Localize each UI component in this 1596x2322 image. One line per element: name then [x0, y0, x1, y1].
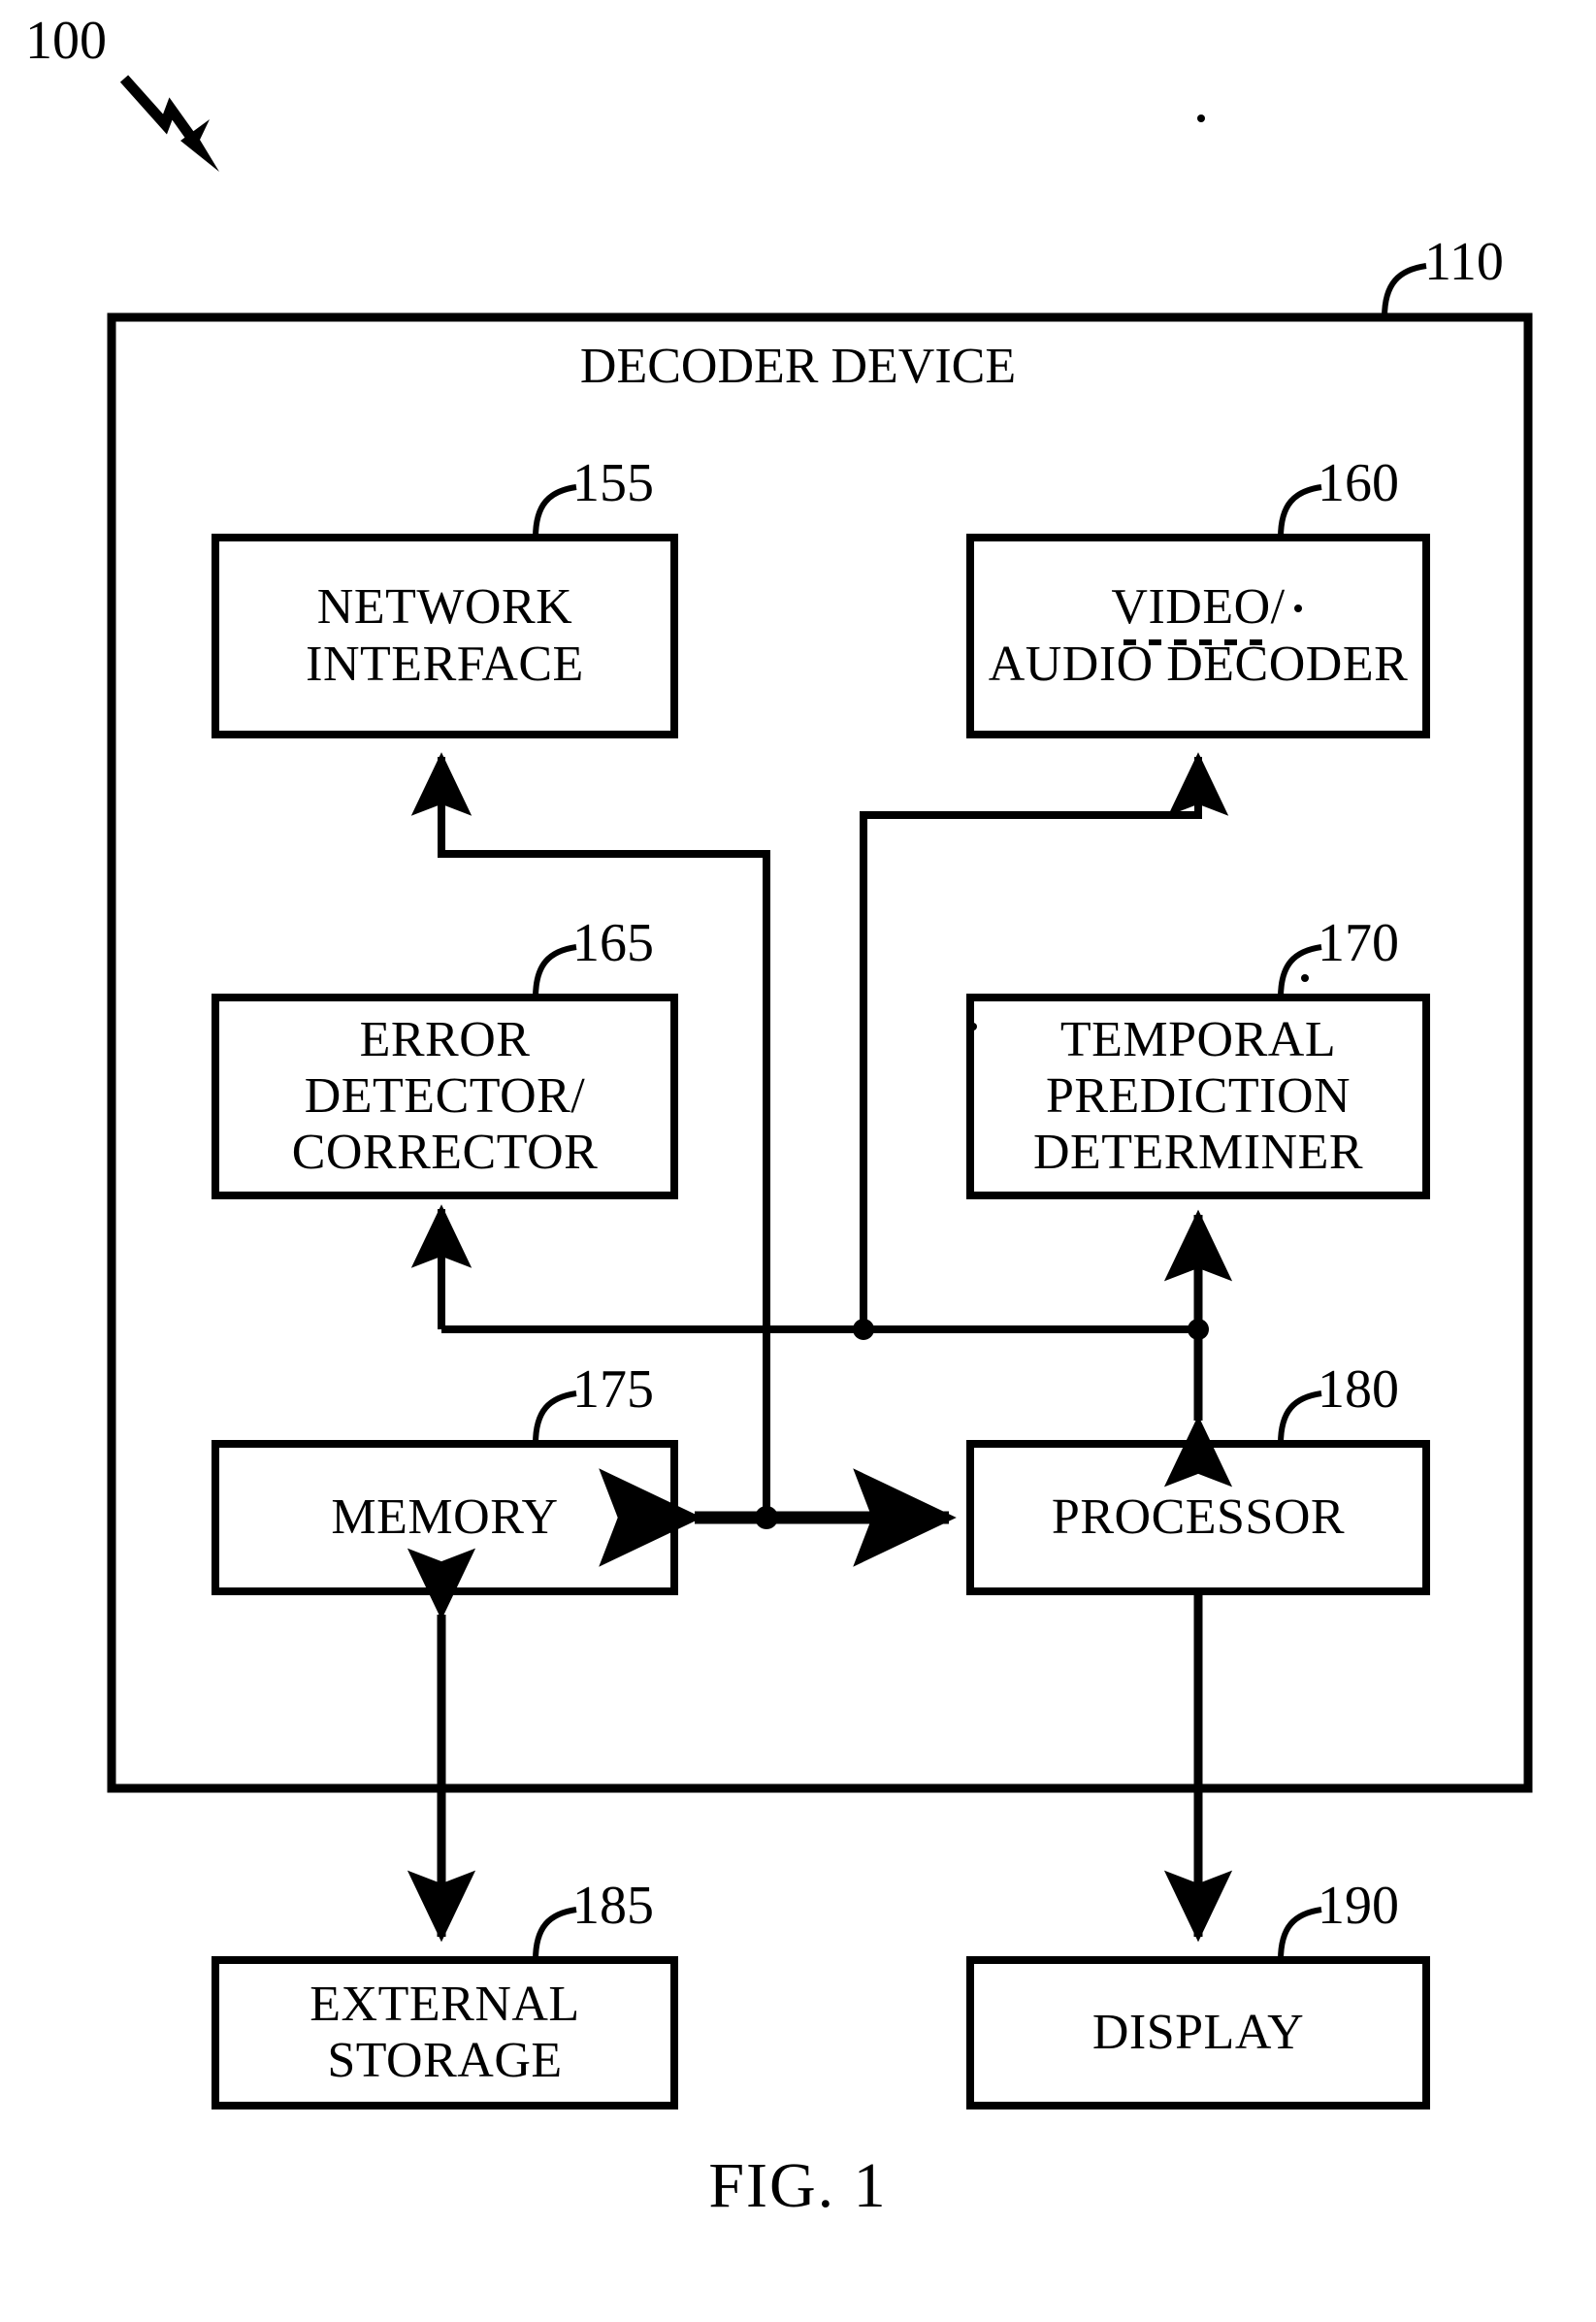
label-network-interface: NETWORK INTERFACE [306, 579, 584, 692]
label-display: DISPLAY [1091, 2004, 1305, 2060]
numeral-180: 180 [1318, 1359, 1399, 1420]
leader-110 [1382, 263, 1427, 318]
numeral-165: 165 [572, 913, 654, 973]
numeral-170: 170 [1318, 913, 1399, 973]
numeral-110: 110 [1424, 232, 1504, 292]
leader-160 [1278, 484, 1322, 539]
leader-185 [533, 1907, 577, 1961]
label-video-audio-decoder: VIDEO/ AUDIO DECODER [988, 579, 1409, 692]
label-error-detector-corrector: ERROR DETECTOR/ CORRECTOR [291, 1011, 599, 1181]
leader-175 [533, 1390, 577, 1445]
numeral-190: 190 [1318, 1876, 1399, 1936]
system-pointer-arrow [119, 75, 195, 140]
leader-165 [533, 944, 577, 998]
numeral-185: 185 [572, 1876, 654, 1936]
scan-speck-4 [1524, 1490, 1532, 1498]
patent-figure: 100 110 DECODER DEVICE NETWORK INTERFACE… [0, 0, 1596, 2322]
numeral-175: 175 [572, 1359, 654, 1420]
leader-170 [1278, 944, 1322, 998]
numeral-100: 100 [25, 11, 107, 71]
leader-180 [1278, 1390, 1322, 1445]
label-external-storage: EXTERNAL STORAGE [309, 1976, 580, 2088]
junction-dot-bus-left [853, 1319, 874, 1340]
leader-155 [533, 484, 577, 539]
label-memory: MEMORY [331, 1488, 559, 1545]
scan-speck-3 [1301, 974, 1309, 982]
leader-190 [1278, 1907, 1322, 1961]
scan-speck-1 [1197, 114, 1205, 122]
label-processor: PROCESSOR [1051, 1488, 1346, 1545]
decoder-device-title: DECODER DEVICE [579, 339, 1017, 394]
numeral-160: 160 [1318, 453, 1399, 513]
label-temporal-prediction-determiner: TEMPORAL PREDICTION DETERMINER [1032, 1011, 1364, 1181]
numeral-155: 155 [572, 453, 654, 513]
figure-caption: FIG. 1 [708, 2150, 888, 2221]
